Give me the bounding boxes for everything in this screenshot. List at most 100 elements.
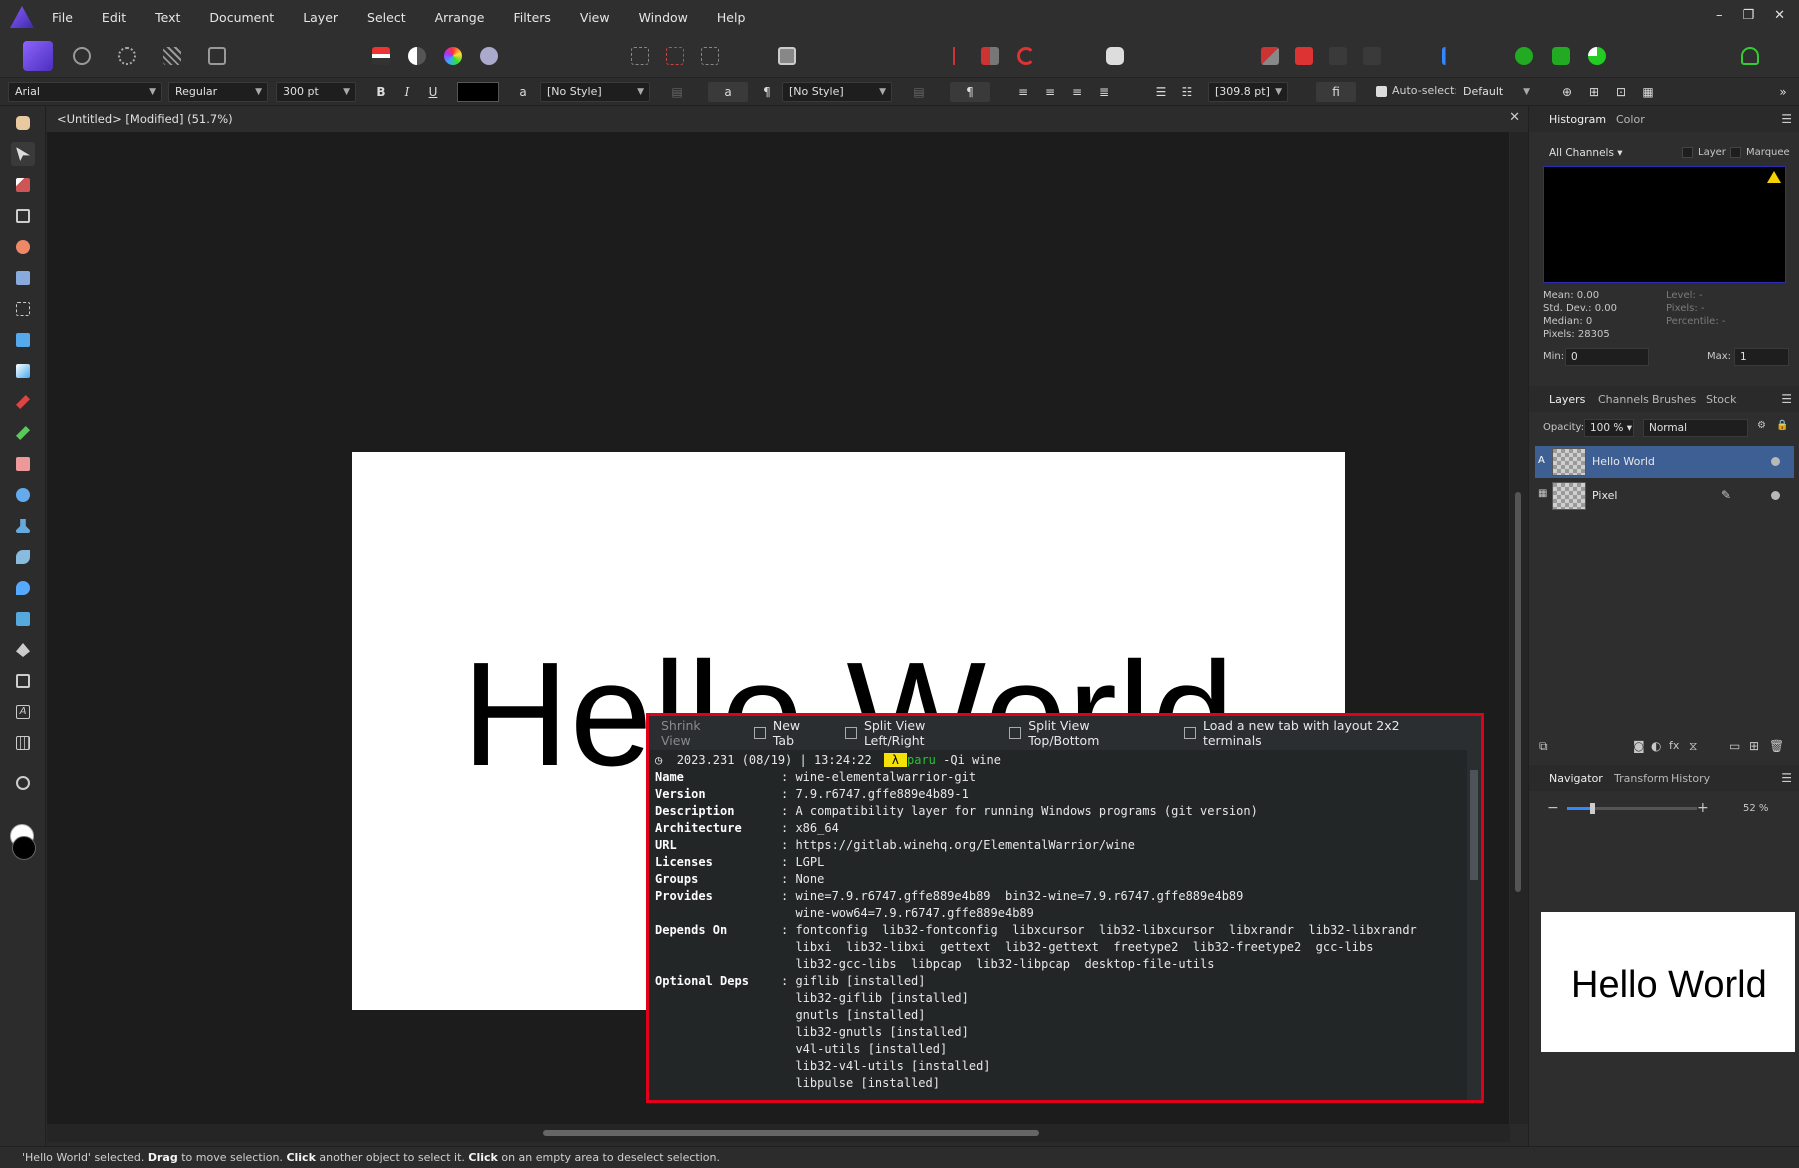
menu-select[interactable]: Select <box>367 10 406 25</box>
user-account-icon[interactable] <box>1735 41 1765 71</box>
more-options-button[interactable]: » <box>1772 82 1794 102</box>
tab-transform[interactable]: Transform <box>1614 772 1669 785</box>
panel-menu-icon[interactable]: ☰ <box>1781 771 1792 785</box>
menu-window[interactable]: Window <box>639 10 688 25</box>
menu-document[interactable]: Document <box>209 10 274 25</box>
flood-fill-tool-icon[interactable] <box>11 328 35 352</box>
retouch-tool-icon[interactable] <box>11 545 35 569</box>
selection-mode-intersect-icon[interactable] <box>695 41 725 71</box>
live-filter-icon[interactable]: fx <box>1669 739 1679 752</box>
tab-histogram[interactable]: Histogram <box>1549 113 1606 126</box>
tone-mapping-persona-button[interactable] <box>157 41 187 71</box>
scroll-thumb[interactable] <box>543 1130 1039 1136</box>
font-size-field[interactable]: 300 pt ▼ <box>276 82 356 102</box>
auto-select-checkbox[interactable] <box>1376 86 1387 97</box>
terminal-scrollbar[interactable] <box>1467 750 1481 1100</box>
character-panel-button[interactable]: a <box>708 82 748 102</box>
liquify-persona-button[interactable] <box>67 41 97 71</box>
warning-icon[interactable] <box>1767 171 1781 183</box>
color-picker-tool-icon[interactable] <box>11 173 35 197</box>
menu-text[interactable]: Text <box>155 10 180 25</box>
marquee-checkbox[interactable] <box>1730 147 1741 158</box>
scroll-thumb[interactable] <box>1515 492 1521 892</box>
delete-layer-icon[interactable]: 🗑 <box>1769 739 1784 753</box>
quick-mask-icon[interactable] <box>772 41 802 71</box>
auto-white-balance-icon[interactable] <box>474 41 504 71</box>
layer-menu-icon[interactable]: ⧉ <box>1539 739 1548 754</box>
transform-origin-icon[interactable]: ⊕ <box>1556 82 1578 102</box>
font-style-select[interactable]: Regular ▼ <box>168 82 268 102</box>
blend-mode-select[interactable]: Normal <box>1643 419 1748 437</box>
flip-icon[interactable] <box>975 41 1005 71</box>
bounding-box-icon[interactable]: ⊞ <box>1583 82 1605 102</box>
tab-stock[interactable]: Stock <box>1706 393 1736 406</box>
group-layers-icon[interactable]: ▭ <box>1729 739 1740 753</box>
character-style-options-icon[interactable]: ▤ <box>666 82 688 102</box>
artistic-text-tool-icon[interactable]: A <box>11 700 35 724</box>
min-input[interactable]: 0 <box>1565 348 1649 366</box>
text-color-swatch[interactable] <box>457 82 499 102</box>
layer-visibility-toggle[interactable] <box>1771 491 1780 500</box>
panel-menu-icon[interactable]: ☰ <box>1781 392 1792 406</box>
menu-layer[interactable]: Layer <box>303 10 338 25</box>
zoom-slider-thumb[interactable] <box>1589 803 1595 814</box>
pixel-layer-add-icon[interactable]: ⧖ <box>1689 739 1697 754</box>
layer-settings-gear-icon[interactable]: ⚙ <box>1757 420 1766 431</box>
mesh-warp-tool-icon[interactable] <box>11 731 35 755</box>
channels-select[interactable]: All Channels ▾ <box>1543 144 1639 162</box>
menu-edit[interactable]: Edit <box>102 10 126 25</box>
typography-button[interactable]: fi <box>1316 82 1356 102</box>
bold-button[interactable]: B <box>370 82 392 102</box>
levels-icon[interactable] <box>366 41 396 71</box>
opacity-field[interactable]: 100 % ▾ <box>1584 419 1634 437</box>
erase-brush-tool-icon[interactable] <box>11 452 35 476</box>
character-style-icon[interactable]: a <box>512 82 534 102</box>
tab-color[interactable]: Color <box>1616 113 1645 126</box>
close-document-button[interactable]: ✕ <box>1509 110 1520 125</box>
auto-colors-icon[interactable] <box>438 41 468 71</box>
bullet-list-icon[interactable]: ☰ <box>1150 82 1172 102</box>
paragraph-style-options-icon[interactable]: ▤ <box>908 82 930 102</box>
menu-filters[interactable]: Filters <box>513 10 550 25</box>
font-family-select[interactable]: Arial ▼ <box>8 82 162 102</box>
new-tab-button[interactable]: New Tab <box>753 718 825 748</box>
pixel-tool-icon[interactable] <box>11 421 35 445</box>
clone-brush-tool-icon[interactable] <box>11 514 35 538</box>
photo-persona-button[interactable] <box>23 41 53 71</box>
red-eye-tool-icon[interactable] <box>11 607 35 631</box>
numbered-list-icon[interactable]: ☷ <box>1176 82 1198 102</box>
document-title[interactable]: <Untitled> [Modified] (51.7%) <box>57 112 233 126</box>
navigator-preview[interactable]: Hello World <box>1541 912 1795 1052</box>
zoom-value[interactable]: 52 % <box>1743 803 1768 814</box>
grid-icon[interactable]: ▦ <box>1637 82 1659 102</box>
boolean-subtract-icon[interactable] <box>1289 41 1319 71</box>
gradient-tool-icon[interactable] <box>11 359 35 383</box>
marquee-tool-icon[interactable] <box>11 297 35 321</box>
selection-mode-subtract-icon[interactable] <box>660 41 690 71</box>
develop-persona-button[interactable] <box>112 41 142 71</box>
export-persona-button[interactable] <box>202 41 232 71</box>
zoom-out-button[interactable]: − <box>1547 800 1559 816</box>
tab-history[interactable]: History <box>1671 772 1710 785</box>
lock-icon[interactable]: 🔒 <box>1776 420 1788 431</box>
boolean-add-icon[interactable] <box>1255 41 1285 71</box>
maximize-button[interactable]: ❐ <box>1742 8 1754 23</box>
menu-help[interactable]: Help <box>717 10 746 25</box>
zoom-in-button[interactable]: + <box>1697 800 1709 816</box>
rectangle-tool-icon[interactable] <box>11 669 35 693</box>
crop-tool-icon[interactable] <box>11 204 35 228</box>
insert-inside-icon[interactable] <box>1546 41 1576 71</box>
underline-button[interactable]: U <box>422 82 444 102</box>
minimize-button[interactable]: – <box>1716 8 1723 23</box>
split-left-right-button[interactable]: Split View Left/Right <box>844 718 989 748</box>
layer-row-hello-world[interactable]: A Hello World <box>1535 446 1794 478</box>
selection-brush-tool-icon[interactable] <box>11 235 35 259</box>
boolean-intersect-icon[interactable] <box>1323 41 1353 71</box>
tab-layers[interactable]: Layers <box>1549 393 1585 406</box>
menu-view[interactable]: View <box>580 10 610 25</box>
view-tool-hand-icon[interactable] <box>11 111 35 135</box>
layer-visibility-toggle[interactable] <box>1771 457 1780 466</box>
close-window-button[interactable]: ✕ <box>1774 8 1785 23</box>
adjustment-layer-icon[interactable]: ◐ <box>1651 739 1661 753</box>
pilcrow-icon[interactable]: ¶ <box>756 82 778 102</box>
